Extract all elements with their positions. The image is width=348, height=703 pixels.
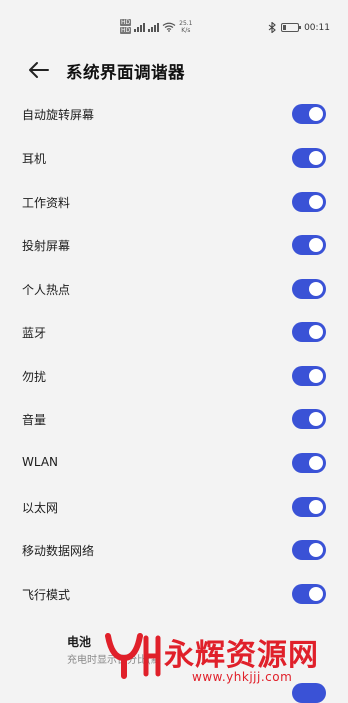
- cast-screen-toggle[interactable]: [292, 235, 326, 255]
- wifi-icon: [162, 22, 176, 32]
- volume-toggle[interactable]: [292, 409, 326, 429]
- row-label: 工作资料: [22, 196, 71, 210]
- battery-item-title[interactable]: 电池: [67, 633, 91, 650]
- page-title: 系统界面调谐器: [66, 63, 185, 82]
- row-do-not-disturb[interactable]: 勿扰: [0, 356, 348, 396]
- bluetooth-toggle[interactable]: [292, 322, 326, 342]
- wlan-toggle[interactable]: [292, 453, 326, 473]
- toggle-knob: [309, 369, 323, 383]
- sim-indicator: HD HD: [120, 19, 132, 34]
- row-wlan[interactable]: WLAN: [0, 443, 348, 483]
- toggle-knob: [309, 587, 323, 601]
- row-label: WLAN: [22, 455, 59, 469]
- row-label: 自动旋转屏幕: [22, 108, 95, 122]
- row-auto-rotate[interactable]: 自动旋转屏幕: [0, 94, 348, 134]
- toggle-knob: [309, 107, 323, 121]
- signal-1-icon: [134, 22, 146, 32]
- do-not-disturb-toggle[interactable]: [292, 366, 326, 386]
- work-profile-toggle[interactable]: [292, 192, 326, 212]
- auto-rotate-toggle[interactable]: [292, 104, 326, 124]
- toggle-knob: [309, 456, 323, 470]
- status-bar: HD HD 25.1 K/s 00:11: [0, 0, 348, 40]
- toggle-knob: [309, 282, 323, 296]
- airplane-mode-toggle[interactable]: [292, 584, 326, 604]
- watermark-logo-icon: [105, 633, 161, 679]
- sim2-hd-badge: HD: [120, 27, 132, 34]
- row-label: 勿扰: [22, 370, 47, 384]
- row-label: 蓝牙: [22, 326, 47, 340]
- status-bar-right: 00:11: [268, 22, 330, 33]
- watermark-url: www.yhkjjj.com: [192, 670, 293, 684]
- row-volume[interactable]: 音量: [0, 399, 348, 439]
- status-time: 00:11: [304, 22, 330, 33]
- row-label: 耳机: [22, 152, 47, 166]
- toggle-knob: [309, 543, 323, 557]
- net-speed-unit: K/s: [181, 26, 191, 34]
- signal-2-icon: [148, 22, 160, 32]
- mobile-data-toggle[interactable]: [292, 540, 326, 560]
- row-label: 投射屏幕: [22, 239, 71, 253]
- title-bar: 系统界面调谐器: [0, 50, 348, 90]
- net-speed: 25.1 K/s: [179, 20, 192, 34]
- battery-percent-toggle[interactable]: [292, 683, 326, 703]
- row-label: 以太网: [22, 501, 59, 515]
- row-mobile-data[interactable]: 移动数据网络: [0, 530, 348, 570]
- back-arrow-icon[interactable]: [26, 57, 52, 83]
- toggle-knob: [309, 151, 323, 165]
- watermark-text: 永辉资源网: [164, 638, 319, 673]
- bluetooth-icon: [268, 22, 276, 33]
- row-airplane-mode[interactable]: 飞行模式: [0, 574, 348, 614]
- toggle-knob: [309, 195, 323, 209]
- row-label: 飞行模式: [22, 588, 71, 602]
- status-bar-network: HD HD 25.1 K/s: [120, 19, 193, 34]
- battery-icon: [281, 23, 302, 32]
- row-cast-screen[interactable]: 投射屏幕: [0, 225, 348, 265]
- watermark: 永辉资源网 www.yhkjjj.com: [96, 626, 336, 686]
- ethernet-toggle[interactable]: [292, 497, 326, 517]
- row-headset[interactable]: 耳机: [0, 138, 348, 178]
- row-label: 个人热点: [22, 283, 71, 297]
- sim1-hd-badge: HD: [120, 19, 132, 26]
- toggle-knob: [309, 412, 323, 426]
- net-speed-value: 25.1: [179, 19, 193, 27]
- row-ethernet[interactable]: 以太网: [0, 487, 348, 527]
- toggle-knob: [309, 325, 323, 339]
- toggle-knob: [309, 500, 323, 514]
- row-hotspot[interactable]: 个人热点: [0, 269, 348, 309]
- headset-toggle[interactable]: [292, 148, 326, 168]
- row-work-profile[interactable]: 工作资料: [0, 182, 348, 222]
- row-label: 音量: [22, 413, 47, 427]
- toggle-knob: [309, 238, 323, 252]
- hotspot-toggle[interactable]: [292, 279, 326, 299]
- row-bluetooth[interactable]: 蓝牙: [0, 312, 348, 352]
- row-label: 移动数据网络: [22, 544, 95, 558]
